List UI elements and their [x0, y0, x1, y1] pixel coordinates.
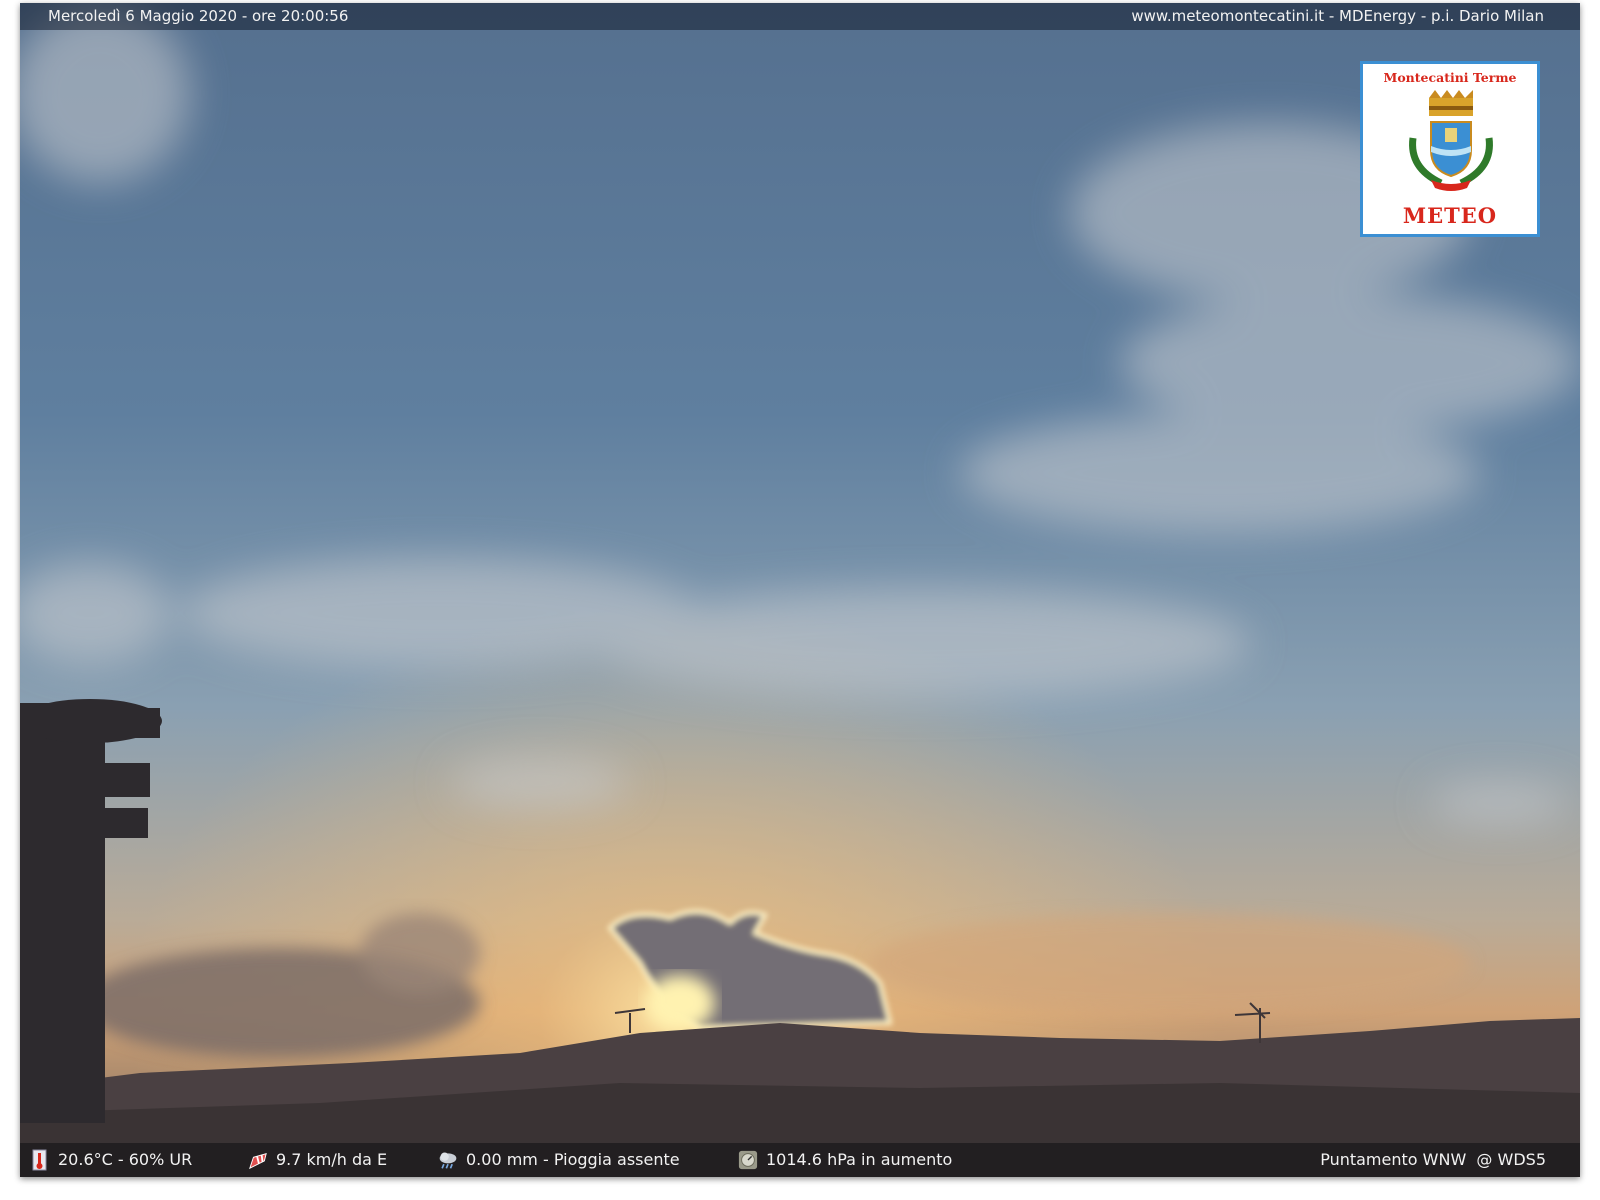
credits-label: www.meteomontecatini.it - MDEnergy - p.i…: [1131, 7, 1544, 25]
coat-of-arms-icon: [1409, 90, 1493, 191]
webcam-scene: [20, 3, 1580, 1177]
windsock-icon: [249, 1152, 267, 1170]
barometer-icon: [738, 1150, 758, 1170]
logo-subtitle: METEO: [1402, 203, 1498, 228]
pressure-value: 1014.6 hPa in aumento: [766, 1150, 953, 1169]
thermometer-icon: [32, 1149, 47, 1171]
temperature-humidity-value: 20.6°C - 60% UR: [58, 1150, 193, 1169]
temperature-stat: 20.6°C - 60% UR: [30, 1143, 192, 1177]
pointing-label: Puntamento WNW @ WDS5: [1320, 1150, 1546, 1169]
montecatini-meteo-logo: Montecatini Terme METEO: [1360, 61, 1540, 237]
rain-value: 0.00 mm - Pioggia assente: [466, 1150, 680, 1169]
date-time-label: Mercoledì 6 Maggio 2020 - ore 20:00:56: [48, 7, 349, 25]
rain-cloud-icon: [439, 1152, 457, 1169]
rain-stat: 0.00 mm - Pioggia assente: [438, 1143, 680, 1177]
bottom-weather-bar: 20.6°C - 60% UR 9.7 km/h da E 0.00 mm - …: [20, 1143, 1580, 1177]
wind-stat: 9.7 km/h da E: [248, 1143, 387, 1177]
wind-value: 9.7 km/h da E: [276, 1150, 388, 1169]
logo-title: Montecatini Terme: [1383, 70, 1517, 85]
pressure-stat: 1014.6 hPa in aumento: [738, 1143, 952, 1177]
webcam-frame: Mercoledì 6 Maggio 2020 - ore 20:00:56 w…: [20, 3, 1580, 1177]
top-info-bar: Mercoledì 6 Maggio 2020 - ore 20:00:56 w…: [20, 3, 1580, 30]
